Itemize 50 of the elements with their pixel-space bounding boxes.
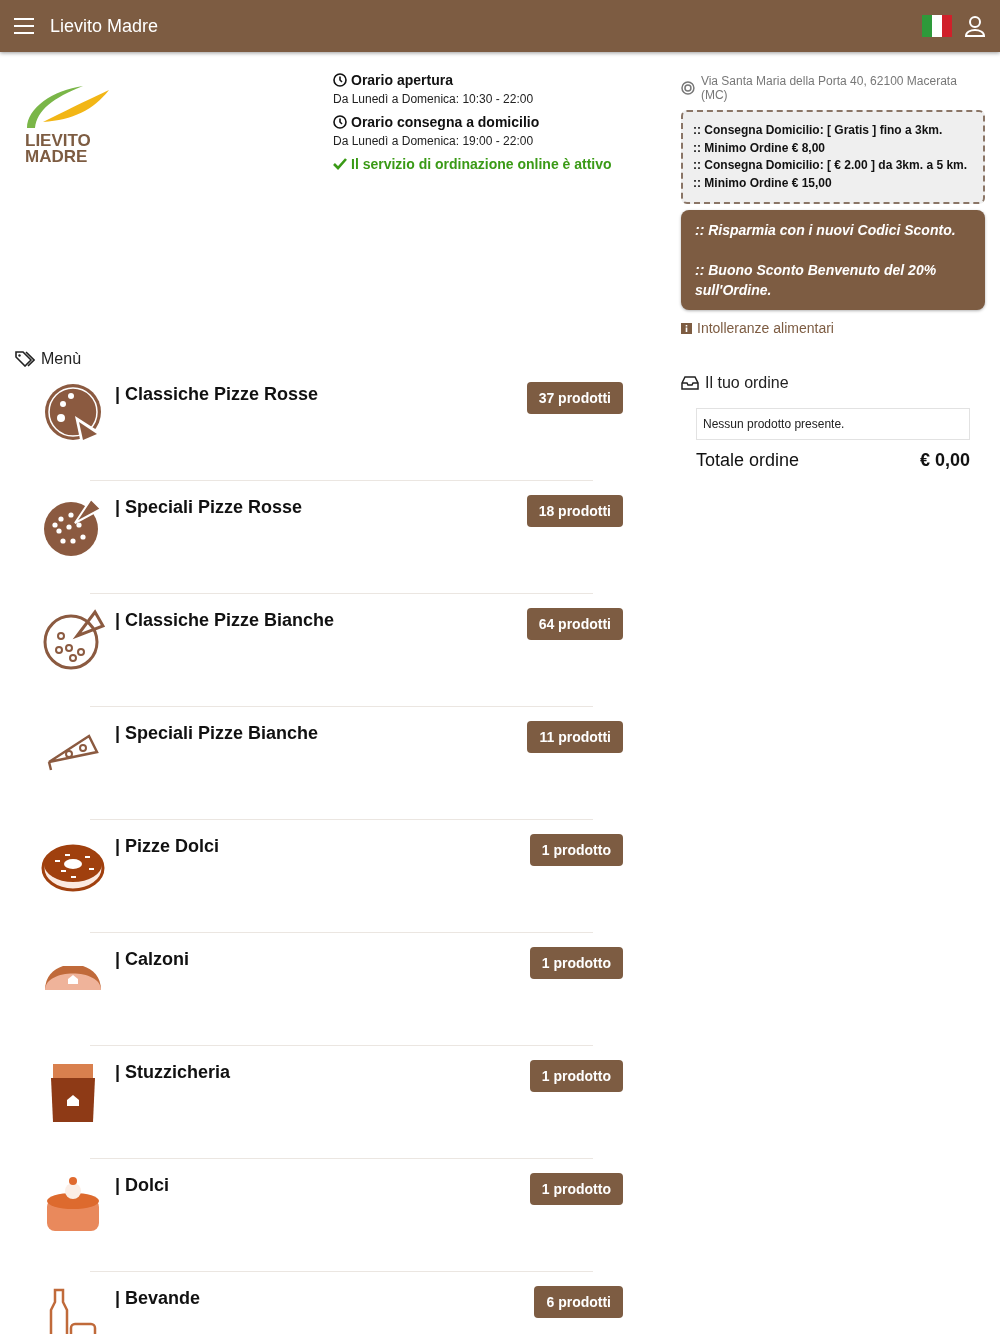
status-text: Il servizio di ordinazione online è attivo [351, 156, 612, 172]
pizza-outline-icon [41, 608, 105, 672]
flag-icon[interactable] [922, 15, 952, 37]
hours-title: Orario apertura [351, 72, 453, 88]
check-icon [333, 158, 347, 170]
order-title: Il tuo ordine [705, 374, 789, 392]
product-count-button[interactable]: 11 prodotti [527, 721, 623, 753]
clock-icon [333, 115, 347, 129]
total-value: € 0,00 [919, 450, 970, 471]
delivery-info-line: :: Consegna Domicilio: [ € 2.00 ] da 3km. a 5 km. [693, 157, 969, 174]
product-count-button[interactable]: 1 prodotto [529, 947, 623, 979]
category-name[interactable]: | Classiche Pizze Rosse [115, 382, 527, 405]
menu-title: Menù [41, 350, 82, 368]
tag-icon [15, 351, 35, 367]
category-name[interactable]: | Dolci [115, 1173, 530, 1196]
logo-drawing: LIEVITO MADRE [23, 84, 113, 174]
menu-icon[interactable] [14, 18, 34, 34]
promo-text: :: Risparmia con i nuovi Codici Sconto. [695, 221, 957, 240]
category-name[interactable]: | Speciali Pizze Rosse [115, 495, 527, 518]
user-icon[interactable] [964, 15, 986, 37]
product-count-button[interactable]: 37 prodotti [526, 382, 623, 414]
delivery-info-line: :: Consegna Domicilio: [ Gratis ] fino a 3km. [693, 122, 944, 139]
address-text: Via Santa Maria della Porta 40, 62100 Macerata (MC) [700, 74, 958, 102]
category-name[interactable]: | Pizze Dolci [115, 834, 530, 857]
app-title: Lievito Madre [50, 15, 160, 37]
category-name[interactable]: | Calzoni [115, 947, 530, 970]
calzone-icon [43, 966, 103, 992]
hours-text: Da Lunedì a Domenica: 10:30 - 22:00 [333, 92, 535, 106]
product-count-button[interactable]: 64 prodotti [526, 608, 623, 640]
hours-text: Da Lunedì a Domenica: 19:00 - 22:00 [333, 134, 535, 148]
empty-order-message: Nessun prodotto presente. [696, 408, 970, 440]
location-icon [681, 81, 695, 95]
product-count-button[interactable]: 6 prodotti [534, 1286, 623, 1318]
clock-icon [333, 73, 347, 87]
category-name[interactable]: | Speciali Pizze Bianche [115, 721, 528, 744]
category-name[interactable]: | Classiche Pizze Bianche [115, 608, 527, 631]
promo-text: :: Buono Sconto Benvenuto del 20% sull'Ordine. [695, 261, 938, 300]
delivery-info-line: :: Minimo Ordine € 15,00 [693, 174, 833, 192]
category-name[interactable]: | Stuzzicheria [115, 1060, 530, 1083]
product-count-button[interactable]: 18 prodotti [526, 495, 623, 527]
inbox-icon [681, 376, 699, 390]
delivery-info-line: :: Minimo Ordine € 8,00 [693, 139, 827, 157]
info-icon [681, 322, 692, 334]
product-count-button[interactable]: 1 prodotto [529, 1060, 623, 1092]
category-name[interactable]: | Bevande [115, 1286, 535, 1309]
total-label: Totale ordine [696, 450, 800, 471]
product-count-button[interactable]: 1 prodotto [529, 834, 623, 866]
product-count-button[interactable]: 1 prodotto [529, 1173, 623, 1205]
hours-title: Orario consegna a domicilio [351, 114, 540, 130]
allergens-link[interactable]: Intolleranze alimentari [681, 320, 985, 336]
